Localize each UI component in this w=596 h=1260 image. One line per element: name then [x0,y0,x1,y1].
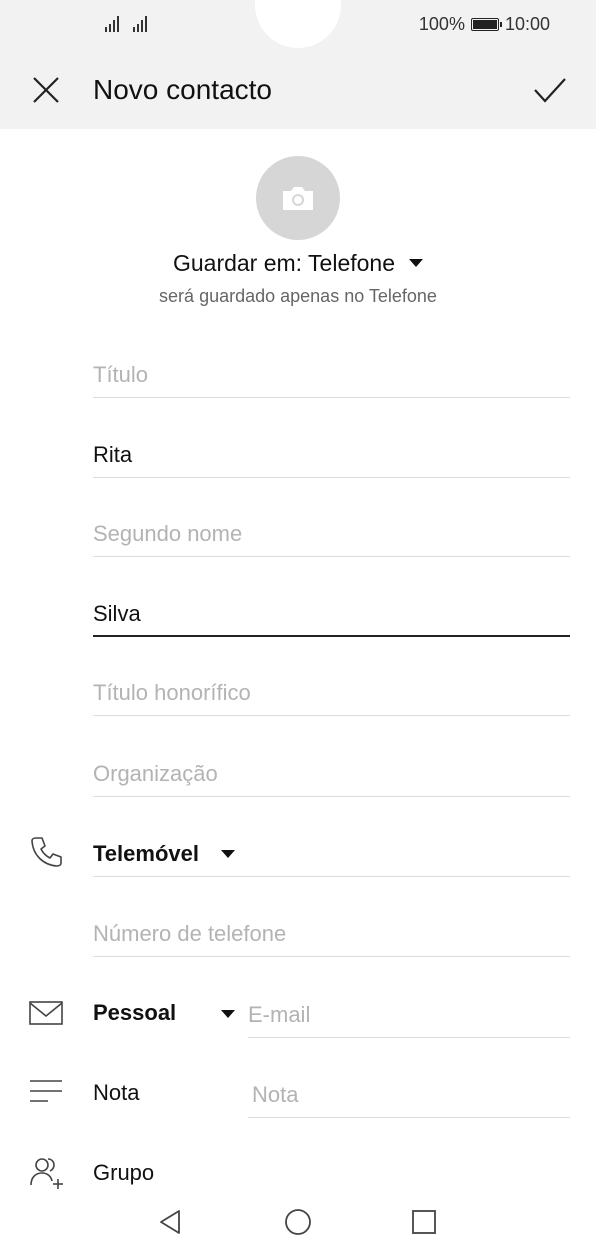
status-right: 100% 10:00 [419,14,550,35]
first-name-value: Rita [93,442,133,467]
navigation-bar [0,1192,596,1260]
note-placeholder: Nota [252,1082,299,1107]
save-location-selector[interactable]: Guardar em: Telefone [0,250,596,277]
phone-icon [31,837,62,867]
recents-icon[interactable] [411,1209,437,1235]
suffix-placeholder: Título honorífico [93,680,251,705]
home-icon[interactable] [284,1208,312,1236]
battery-icon [470,18,502,31]
header: Novo contacto [0,60,596,120]
dropdown-arrow-icon [221,1010,235,1018]
mail-icon [29,1001,63,1025]
suffix-field[interactable]: Título honorífico [93,668,570,716]
email-type-selector[interactable]: Pessoal [93,990,243,1038]
new-contact-screen: 100% 10:00 Novo contacto Guardar em: Tel… [0,0,596,1260]
save-location-subtitle: será guardado apenas no Telefone [159,286,437,306]
checkmark-icon[interactable] [532,74,568,106]
phone-type-selector[interactable]: Telemóvel [93,829,570,877]
save-location-label: Guardar em: Telefone [172,250,396,276]
clock: 10:00 [504,14,550,34]
note-icon [30,1080,62,1102]
organization-placeholder: Organização [93,761,218,786]
add-photo-button[interactable] [256,156,340,240]
phone-number-placeholder: Número de telefone [93,921,287,946]
phone-type-label: Telemóvel [93,841,199,866]
middle-name-placeholder: Segundo nome [93,521,243,546]
last-name-value: Silva [93,601,141,626]
title-field[interactable]: Título [93,350,570,398]
note-field[interactable]: Nota [248,1070,570,1118]
top-bar: 100% 10:00 Novo contacto [0,0,596,129]
last-name-field[interactable]: Silva [93,589,570,637]
middle-name-field[interactable]: Segundo nome [93,509,570,557]
page-title: Novo contacto [93,74,272,105]
group-icon [30,1158,63,1189]
email-placeholder: E-mail [248,1002,311,1027]
dropdown-arrow-icon [409,259,424,267]
signal-icon [133,16,147,32]
email-type-label: Pessoal [93,1000,177,1025]
first-name-field[interactable]: Rita [93,430,570,478]
group-label[interactable]: Grupo [93,1160,154,1186]
title-placeholder: Título [93,362,149,387]
email-field[interactable]: E-mail [248,990,570,1038]
camera-icon [283,187,313,210]
phone-number-field[interactable]: Número de telefone [93,909,570,957]
signal-indicators [104,12,152,34]
back-icon[interactable] [157,1208,183,1236]
note-label: Nota [93,1080,140,1105]
close-icon[interactable] [30,74,62,106]
camera-notch [255,0,341,48]
organization-field[interactable]: Organização [93,749,570,797]
battery-percent: 100% [418,14,465,34]
dropdown-arrow-icon [221,850,235,858]
signal-icon [105,16,119,32]
